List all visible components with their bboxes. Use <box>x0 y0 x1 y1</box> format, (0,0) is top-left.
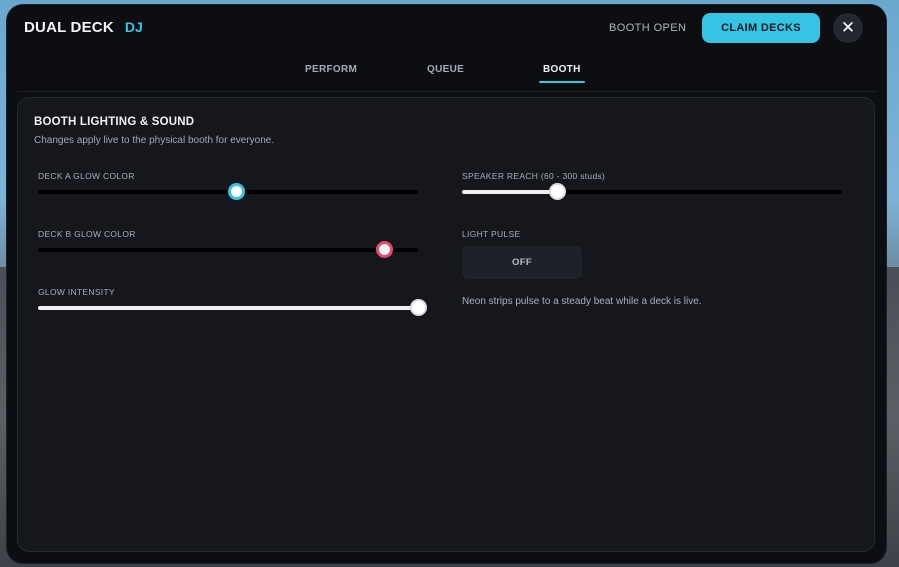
glow-intensity-handle[interactable] <box>410 299 427 316</box>
deck-a-glow-slider[interactable] <box>38 183 418 200</box>
close-icon: ✕ <box>840 18 856 37</box>
light-pulse-toggle[interactable]: OFF <box>462 246 582 279</box>
light-pulse-note: Neon strips pulse to a steady beat while… <box>462 296 702 307</box>
tab-perform[interactable]: PERFORM <box>305 64 357 75</box>
speaker-reach-label: SPEAKER REACH (60 - 300 studs) <box>462 171 606 181</box>
brand: DUAL DECK DJ <box>24 19 143 36</box>
tab-bar: PERFORM QUEUE BOOTH <box>7 59 886 91</box>
app-title-accent: DJ <box>124 19 143 35</box>
deck-a-glow-label: DECK A GLOW COLOR <box>38 171 135 181</box>
close-button[interactable]: ✕ <box>833 13 863 43</box>
light-pulse-label: LIGHT PULSE <box>462 229 521 239</box>
glow-intensity-fill <box>38 306 418 310</box>
speaker-reach-handle[interactable] <box>549 183 566 200</box>
tabs-divider <box>17 91 876 92</box>
deck-a-glow-handle[interactable] <box>227 183 245 200</box>
deck-b-glow-label: DECK B GLOW COLOR <box>38 229 136 239</box>
tab-booth[interactable]: BOOTH <box>543 64 581 75</box>
section-title: BOOTH LIGHTING & SOUND <box>34 116 195 128</box>
tab-queue[interactable]: QUEUE <box>427 64 464 75</box>
speaker-reach-slider[interactable] <box>462 183 842 200</box>
active-tab-indicator <box>539 81 585 83</box>
booth-settings-card: BOOTH LIGHTING & SOUND Changes apply liv… <box>17 97 875 552</box>
glow-intensity-slider[interactable] <box>38 299 427 316</box>
glow-intensity-label: GLOW INTENSITY <box>38 287 115 297</box>
panel-header: DUAL DECK DJ BOOTH OPEN CLAIM DECKS ✕ <box>7 5 886 53</box>
claim-decks-button[interactable]: CLAIM DECKS <box>702 13 820 43</box>
section-subtitle: Changes apply live to the physical booth… <box>34 135 275 146</box>
deck-b-glow-handle[interactable] <box>375 241 393 258</box>
app-title: DUAL DECK <box>24 19 114 36</box>
speaker-reach-fill <box>462 190 557 194</box>
booth-status: BOOTH OPEN <box>609 22 687 34</box>
dj-panel: DUAL DECK DJ BOOTH OPEN CLAIM DECKS ✕ PE… <box>7 5 886 563</box>
deck-b-glow-slider[interactable] <box>38 241 418 258</box>
